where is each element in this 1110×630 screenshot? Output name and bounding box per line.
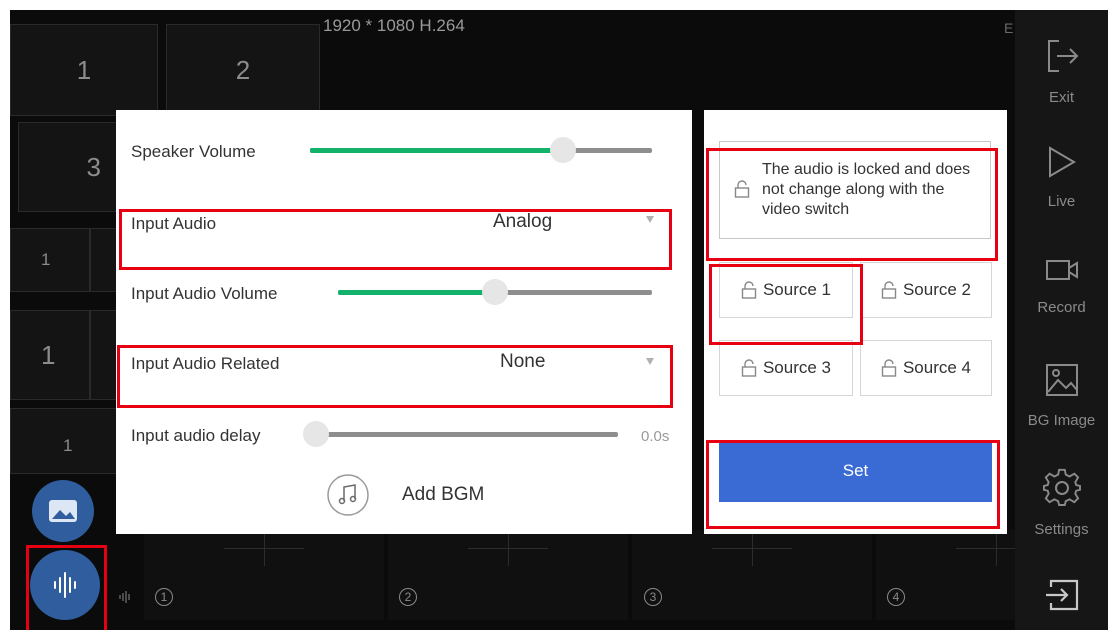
slider-knob[interactable] xyxy=(482,279,508,305)
chevron-down-icon xyxy=(646,216,654,223)
play-icon xyxy=(1048,146,1076,178)
audio-source-panel: The audio is locked and does not change … xyxy=(704,110,1007,534)
input-audio-delay-label: Input audio delay xyxy=(131,426,261,445)
stream-info: 1920 * 1080 H.264 xyxy=(323,16,465,35)
sidebar-item-exit[interactable]: Exit xyxy=(1015,25,1108,117)
sidebar-label-bg-image: BG Image xyxy=(1027,412,1096,429)
input-audio-related-label: Input Audio Related xyxy=(131,354,280,373)
tile-number: 2 xyxy=(235,54,251,85)
gear-icon xyxy=(1042,468,1081,506)
layout-tile-4b[interactable] xyxy=(90,228,118,292)
input-audio-select[interactable]: Analog xyxy=(416,206,666,246)
unlock-icon xyxy=(734,180,750,198)
source-2-label: Source 2 xyxy=(902,280,972,299)
layout-tile-1[interactable]: 1 xyxy=(10,24,158,116)
source-1-button[interactable]: Source 1 xyxy=(719,262,853,318)
preview-number-3: 3 xyxy=(644,588,662,606)
layout-tile-6[interactable]: 1 xyxy=(10,408,118,474)
unlock-icon xyxy=(741,359,757,377)
preview-cell-1[interactable] xyxy=(144,530,384,620)
sidebar-item-enter[interactable] xyxy=(1015,570,1108,630)
tile-number: 1 xyxy=(63,436,73,455)
speaker-volume-label: Speaker Volume xyxy=(131,142,256,161)
tile-number: 3 xyxy=(86,151,101,182)
sidebar-item-settings[interactable]: Settings xyxy=(1015,455,1108,547)
sidebar-label-settings: Settings xyxy=(1034,521,1089,538)
source-3-button[interactable]: Source 3 xyxy=(719,340,853,396)
input-audio-delay-value: 0.0s xyxy=(641,428,670,445)
input-audio-volume-slider[interactable] xyxy=(338,279,652,305)
tile-number: 1 xyxy=(41,339,56,370)
layout-tile-4[interactable]: 1 xyxy=(10,228,90,292)
sidebar-item-live[interactable]: Live xyxy=(1015,133,1108,225)
sidebar-item-bg-image[interactable]: BG Image xyxy=(1015,350,1108,442)
unlock-icon xyxy=(881,281,897,299)
source-4-label: Source 4 xyxy=(902,358,972,377)
input-audio-related-select[interactable]: None xyxy=(416,346,666,386)
sidebar-label-live: Live xyxy=(1047,193,1076,210)
source-1-label: Source 1 xyxy=(762,280,832,299)
layout-tile-5[interactable]: 1 xyxy=(10,310,90,400)
layout-tile-3[interactable]: 3 xyxy=(18,122,118,212)
preview-number-1: 1 xyxy=(155,588,173,606)
preview-number-2: 2 xyxy=(399,588,417,606)
preview-cell-3[interactable] xyxy=(632,530,872,620)
input-audio-related-value: None xyxy=(500,351,546,372)
right-sidebar: Exit Live Record BG Image Settings xyxy=(1015,10,1108,630)
sidebar-item-record[interactable]: Record xyxy=(1015,243,1108,335)
video-camera-icon xyxy=(1045,260,1078,280)
tile-number: 1 xyxy=(41,250,51,269)
sidebar-label-exit: Exit xyxy=(1048,89,1074,106)
image-icon xyxy=(49,500,77,522)
input-audio-volume-label: Input Audio Volume xyxy=(131,284,278,303)
slider-fill xyxy=(310,148,563,153)
add-bgm-button[interactable]: Add BGM xyxy=(326,470,526,520)
image-fab-button[interactable] xyxy=(32,480,94,542)
tile-number: 1 xyxy=(76,54,92,85)
unlock-icon xyxy=(881,359,897,377)
slider-knob[interactable] xyxy=(303,421,329,447)
corner-text: E xyxy=(1004,20,1014,36)
layout-tile-2[interactable]: 2 xyxy=(166,24,320,116)
preview-cell-4[interactable] xyxy=(876,530,1015,620)
input-audio-delay-slider[interactable] xyxy=(303,421,618,447)
slider-fill xyxy=(338,290,495,295)
audio-lock-message: The audio is locked and does not change … xyxy=(762,161,971,218)
preview-cell-2[interactable] xyxy=(388,530,628,620)
add-bgm-label: Add BGM xyxy=(402,484,485,505)
unlock-icon xyxy=(741,281,757,299)
audio-lock-toggle[interactable]: The audio is locked and does not change … xyxy=(719,141,991,239)
chevron-down-icon xyxy=(646,358,654,365)
import-icon xyxy=(1045,579,1078,611)
small-waveform-icon xyxy=(119,591,130,603)
image-icon xyxy=(1045,364,1078,396)
exit-icon xyxy=(1047,40,1078,72)
audio-settings-panel: Speaker Volume Input Audio Analog Input … xyxy=(116,110,692,534)
layout-tile-5b[interactable] xyxy=(90,310,118,400)
input-audio-label: Input Audio xyxy=(131,214,217,233)
slider-knob[interactable] xyxy=(550,137,576,163)
audio-fab-button[interactable] xyxy=(30,550,100,620)
source-3-label: Source 3 xyxy=(762,358,832,377)
sidebar-label-record: Record xyxy=(1037,299,1086,316)
input-audio-value: Analog xyxy=(493,211,553,232)
source-2-button[interactable]: Source 2 xyxy=(860,262,992,318)
source-4-button[interactable]: Source 4 xyxy=(860,340,992,396)
speaker-volume-slider[interactable] xyxy=(310,137,652,163)
audio-waveform-icon xyxy=(54,572,76,598)
preview-number-4: 4 xyxy=(887,588,905,606)
music-note-icon xyxy=(327,474,369,516)
set-button[interactable]: Set xyxy=(719,440,992,502)
